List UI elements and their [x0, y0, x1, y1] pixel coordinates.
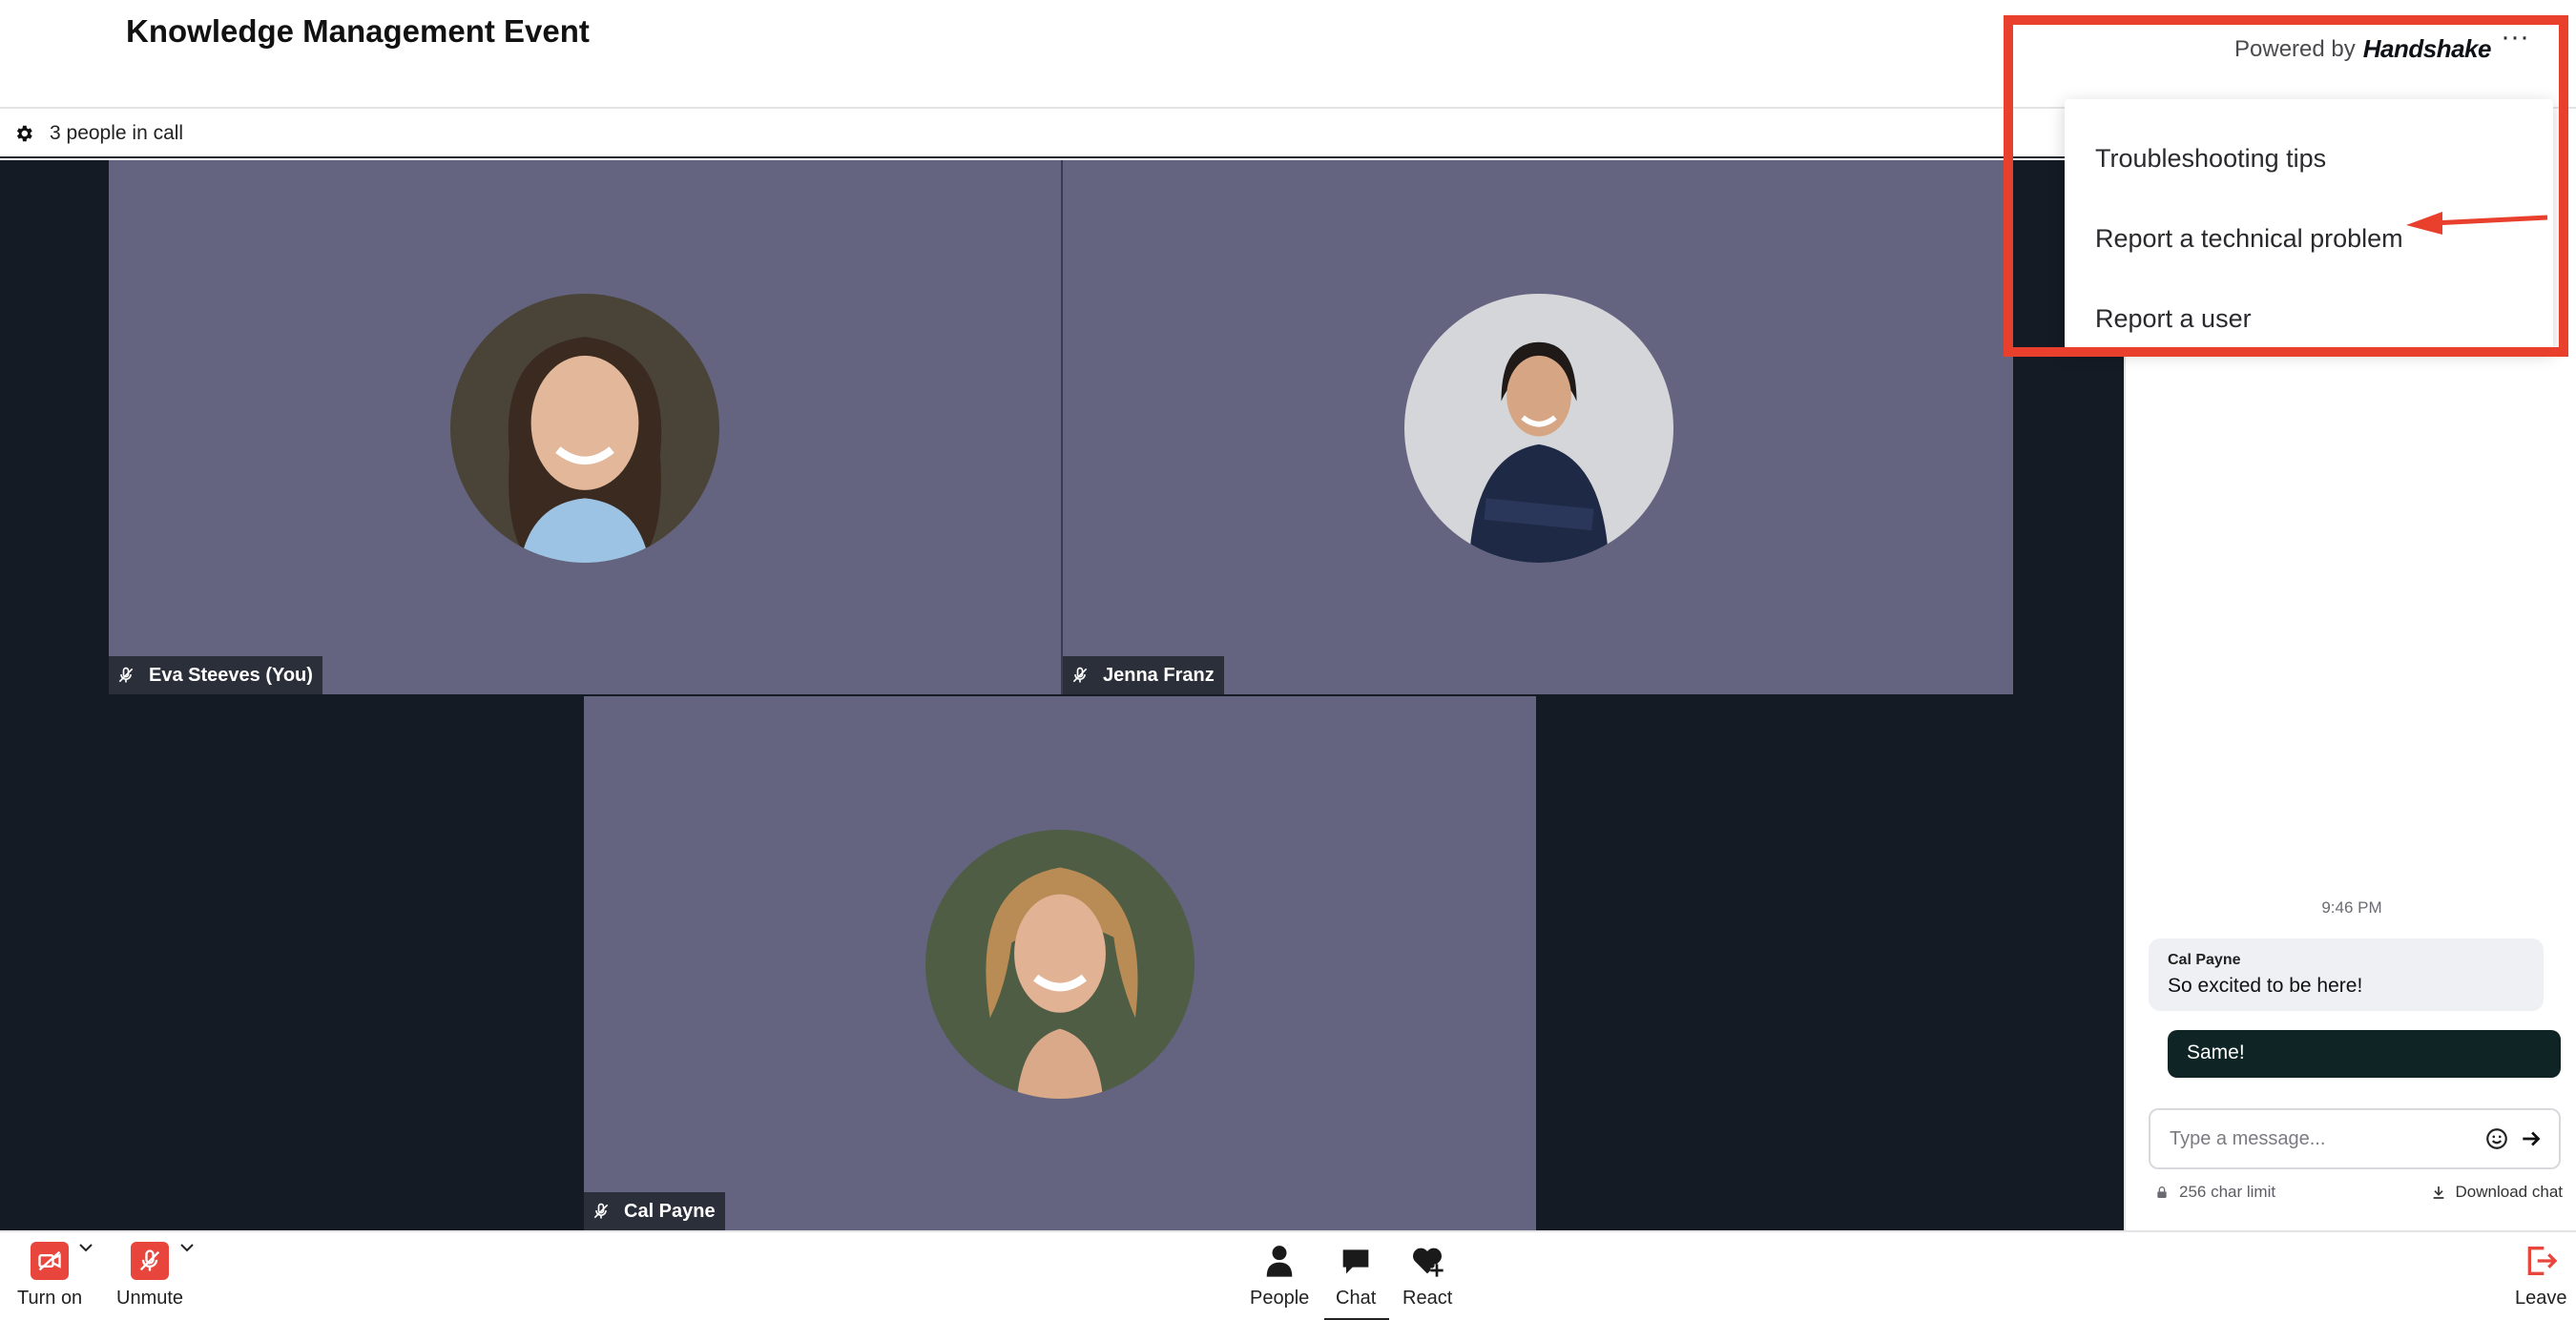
- more-options-menu: Troubleshooting tips Report a technical …: [2065, 99, 2553, 351]
- chat-input-box: [2149, 1108, 2561, 1169]
- download-icon: [2433, 1186, 2443, 1199]
- avatar: [925, 830, 1195, 1099]
- download-chat-label: Download chat: [2455, 1183, 2563, 1201]
- chevron-down-icon[interactable]: [179, 1242, 195, 1253]
- react-label: React: [1402, 1288, 1453, 1309]
- participant-name: Cal Payne: [624, 1200, 716, 1222]
- mic-toggle-label: Unmute: [116, 1288, 184, 1309]
- chat-message-text: So excited to be here!: [2168, 975, 2363, 997]
- chat-timestamp: 9:46 PM: [2321, 898, 2382, 917]
- video-tile[interactable]: Cal Payne: [584, 696, 1536, 1230]
- powered-by-prefix: Powered by: [2234, 35, 2356, 62]
- menu-item-troubleshooting[interactable]: Troubleshooting tips: [2065, 118, 2553, 198]
- powered-by: Powered by Handshake: [2234, 34, 2491, 64]
- chat-button[interactable]: Chat: [1336, 1242, 1376, 1310]
- chat-footer: 256 char limit Download chat: [2154, 1183, 2563, 1202]
- mic-off-icon: [593, 1203, 609, 1219]
- mic-off-icon: [131, 1242, 170, 1280]
- people-button[interactable]: People: [1250, 1242, 1309, 1310]
- participant-name-tag: Jenna Franz: [1063, 656, 1224, 694]
- video-tile[interactable]: Eva Steeves (You): [109, 160, 1061, 694]
- camera-toggle-label: Turn on: [17, 1288, 83, 1309]
- gear-icon[interactable]: [13, 123, 34, 144]
- avatar: [1404, 294, 1673, 563]
- event-title: Knowledge Management Event: [126, 13, 590, 49]
- emoji-icon[interactable]: [2484, 1126, 2509, 1151]
- chat-message: Cal Payne So excited to be here!: [2149, 938, 2544, 1011]
- camera-off-icon: [31, 1242, 70, 1280]
- header-bar: Knowledge Management Event Powered by Ha…: [0, 0, 2576, 109]
- chevron-down-icon[interactable]: [78, 1242, 93, 1253]
- chat-bubble-icon: [1342, 1249, 1369, 1274]
- avatar-photo: [925, 830, 1195, 1099]
- leave-icon: [2527, 1247, 2558, 1275]
- bottom-toolbar: Turn on Unmute People Chat React Leave: [0, 1230, 2576, 1320]
- send-arrow-icon[interactable]: [2519, 1126, 2544, 1151]
- mic-toggle-button[interactable]: Unmute: [116, 1242, 183, 1310]
- person-icon: [1266, 1246, 1293, 1277]
- video-stage: Eva Steeves (You) Jenna Franz Cal Payne: [0, 160, 2124, 1230]
- avatar-photo: [450, 294, 719, 563]
- participant-name: Jenna Franz: [1103, 664, 1215, 686]
- chat-label: Chat: [1336, 1288, 1377, 1309]
- menu-item-report-user[interactable]: Report a user: [2065, 278, 2553, 359]
- participant-name-tag: Cal Payne: [584, 1192, 725, 1230]
- leave-button[interactable]: Leave: [2515, 1242, 2567, 1310]
- mic-off-icon: [118, 667, 134, 683]
- react-button[interactable]: React: [1402, 1242, 1452, 1310]
- lock-icon: [2157, 1186, 2167, 1198]
- avatar-photo: [1404, 294, 1673, 563]
- more-options-button[interactable]: ···: [2498, 23, 2532, 55]
- chat-message-input[interactable]: [2170, 1127, 2475, 1150]
- participant-name: Eva Steeves (You): [149, 664, 313, 686]
- people-label: People: [1250, 1288, 1310, 1309]
- chat-message-own: Same!: [2168, 1030, 2561, 1078]
- leave-label: Leave: [2515, 1288, 2567, 1309]
- mic-off-icon: [1072, 667, 1088, 683]
- video-tile[interactable]: Jenna Franz: [1061, 160, 2013, 694]
- chat-message-sender: Cal Payne: [2168, 952, 2241, 968]
- call-status-bar: 3 people in call: [0, 111, 2124, 158]
- camera-toggle-button[interactable]: Turn on: [17, 1242, 82, 1310]
- heart-plus-icon: [1413, 1248, 1444, 1277]
- char-limit: 256 char limit: [2154, 1183, 2275, 1202]
- participant-name-tag: Eva Steeves (You): [109, 656, 322, 694]
- handshake-logo: Handshake: [2362, 34, 2492, 63]
- avatar: [450, 294, 719, 563]
- people-count: 3 people in call: [50, 122, 184, 144]
- download-chat-button[interactable]: Download chat: [2431, 1183, 2563, 1202]
- menu-item-report-technical-problem[interactable]: Report a technical problem: [2065, 198, 2553, 278]
- char-limit-label: 256 char limit: [2179, 1183, 2276, 1201]
